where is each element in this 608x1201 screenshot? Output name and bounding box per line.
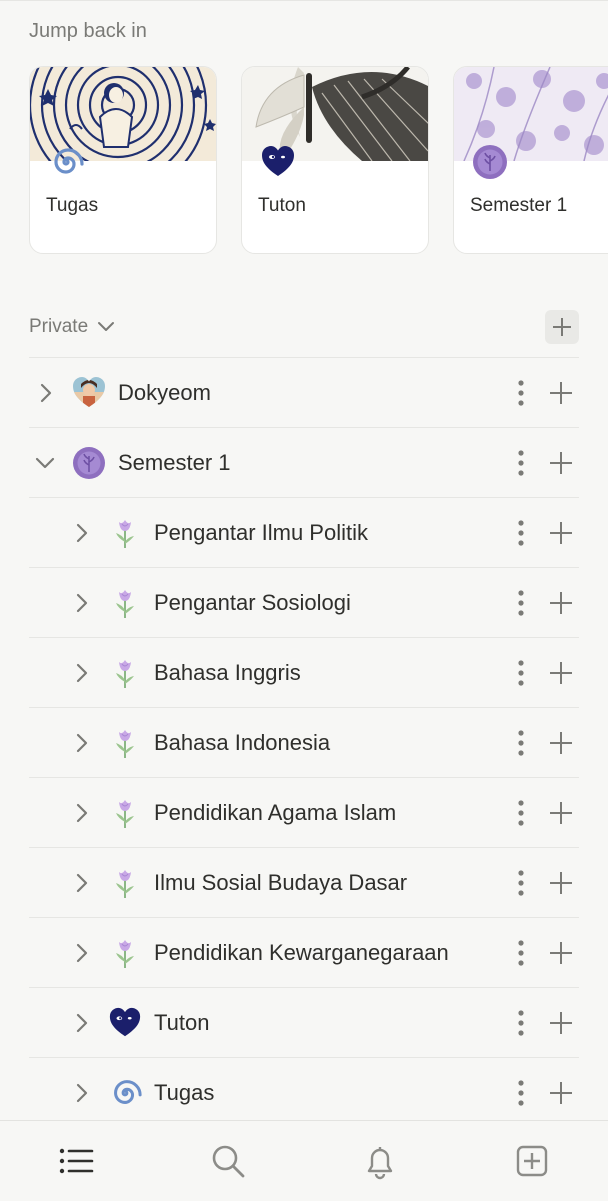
page-tree-row[interactable]: Tugas xyxy=(29,1057,579,1127)
bottom-nav xyxy=(0,1120,608,1201)
page-tree-row[interactable]: Ilmu Sosial Budaya Dasar xyxy=(29,847,579,917)
page-tree: Dokyeom Semester 1 Pengantar Ilmu Politik P… xyxy=(29,357,579,1127)
add-subpage-icon[interactable] xyxy=(549,521,573,545)
page-tree-row[interactable]: Pendidikan Agama Islam xyxy=(29,777,579,847)
chevron-right-icon[interactable] xyxy=(75,593,89,618)
page-title: Tuton xyxy=(154,1010,210,1035)
tulip-icon xyxy=(108,516,142,550)
chevron-down-icon[interactable] xyxy=(97,320,115,339)
more-options-icon[interactable] xyxy=(514,729,528,757)
more-options-icon[interactable] xyxy=(514,449,528,477)
page-title: Semester 1 xyxy=(118,450,231,475)
private-section-label[interactable]: Private xyxy=(29,316,88,338)
heart-icon xyxy=(108,1006,142,1040)
chevron-right-icon[interactable] xyxy=(75,873,89,898)
page-tree-row[interactable]: Bahasa Inggris xyxy=(29,637,579,707)
page-tree-row[interactable]: Pengantar Sosiologi xyxy=(29,567,579,637)
chevron-right-icon[interactable] xyxy=(75,523,89,548)
add-subpage-icon[interactable] xyxy=(549,451,573,475)
chevron-right-icon[interactable] xyxy=(75,1013,89,1038)
add-subpage-icon[interactable] xyxy=(549,381,573,405)
page-title: Pengantar Sosiologi xyxy=(154,590,351,615)
heart-photo-icon xyxy=(72,376,106,410)
tulip-icon xyxy=(108,796,142,830)
page-title: Bahasa Inggris xyxy=(154,660,301,685)
card-tuton[interactable]: Tuton xyxy=(241,66,429,254)
page-title: Dokyeom xyxy=(118,380,211,405)
page-tree-row[interactable]: Pengantar Ilmu Politik xyxy=(29,497,579,567)
more-options-icon[interactable] xyxy=(514,379,528,407)
add-subpage-icon[interactable] xyxy=(549,731,573,755)
card-label: Semester 1 xyxy=(470,195,568,216)
chevron-right-icon[interactable] xyxy=(75,943,89,968)
add-subpage-icon[interactable] xyxy=(549,661,573,685)
chevron-right-icon[interactable] xyxy=(39,383,53,408)
add-subpage-icon[interactable] xyxy=(549,941,573,965)
tulip-icon xyxy=(108,586,142,620)
private-section-header: Private xyxy=(29,310,579,346)
spiral-icon xyxy=(108,1076,142,1110)
page-title: Ilmu Sosial Budaya Dasar xyxy=(154,870,408,895)
add-subpage-icon[interactable] xyxy=(549,801,573,825)
chevron-down-icon[interactable] xyxy=(35,456,55,475)
tulip-icon xyxy=(108,726,142,760)
tulip-icon xyxy=(108,656,142,690)
jump-back-in-heading: Jump back in xyxy=(29,20,147,42)
home-list-icon[interactable] xyxy=(56,1141,96,1181)
more-options-icon[interactable] xyxy=(514,799,528,827)
chevron-right-icon[interactable] xyxy=(75,803,89,828)
more-options-icon[interactable] xyxy=(514,659,528,687)
add-subpage-icon[interactable] xyxy=(549,1011,573,1035)
page-tree-row[interactable]: Bahasa Indonesia xyxy=(29,707,579,777)
more-options-icon[interactable] xyxy=(514,1009,528,1037)
card-tugas[interactable]: Tugas xyxy=(29,66,217,254)
card-semester-1[interactable]: Semester 1 xyxy=(453,66,608,254)
more-options-icon[interactable] xyxy=(514,519,528,547)
spiral-icon xyxy=(48,144,84,180)
page-title: Pendidikan Kewarganegaraan xyxy=(154,940,449,965)
page-tree-row[interactable]: Pendidikan Kewarganegaraan xyxy=(29,917,579,987)
add-subpage-icon[interactable] xyxy=(549,871,573,895)
page-tree-row[interactable]: Semester 1 xyxy=(29,427,579,497)
page-title: Bahasa Indonesia xyxy=(154,730,331,755)
more-options-icon[interactable] xyxy=(514,1079,528,1107)
add-subpage-icon[interactable] xyxy=(549,591,573,615)
more-options-icon[interactable] xyxy=(514,869,528,897)
tulip-icon xyxy=(108,936,142,970)
card-label: Tuton xyxy=(258,195,306,216)
top-divider xyxy=(0,0,608,1)
add-subpage-icon[interactable] xyxy=(549,1081,573,1105)
search-icon[interactable] xyxy=(208,1141,248,1181)
page-tree-row[interactable]: Tuton xyxy=(29,987,579,1057)
heart-icon xyxy=(260,144,296,180)
chevron-right-icon[interactable] xyxy=(75,733,89,758)
wax-seal-icon xyxy=(472,144,508,180)
new-page-icon[interactable] xyxy=(512,1141,552,1181)
tulip-icon xyxy=(108,866,142,900)
bell-icon[interactable] xyxy=(360,1141,400,1181)
page-title: Pengantar Ilmu Politik xyxy=(154,520,368,545)
page-title: Pendidikan Agama Islam xyxy=(154,800,397,825)
card-label: Tugas xyxy=(46,195,99,216)
more-options-icon[interactable] xyxy=(514,939,528,967)
wax-seal-icon xyxy=(72,446,106,480)
chevron-right-icon[interactable] xyxy=(75,1083,89,1108)
chevron-right-icon[interactable] xyxy=(75,663,89,688)
page-tree-row[interactable]: Dokyeom xyxy=(29,357,579,427)
more-options-icon[interactable] xyxy=(514,589,528,617)
jump-back-in-cards: Tugas Tuton Semester 1 xyxy=(29,66,608,256)
page-title: Tugas xyxy=(154,1080,215,1105)
add-private-page-button[interactable] xyxy=(545,310,579,344)
